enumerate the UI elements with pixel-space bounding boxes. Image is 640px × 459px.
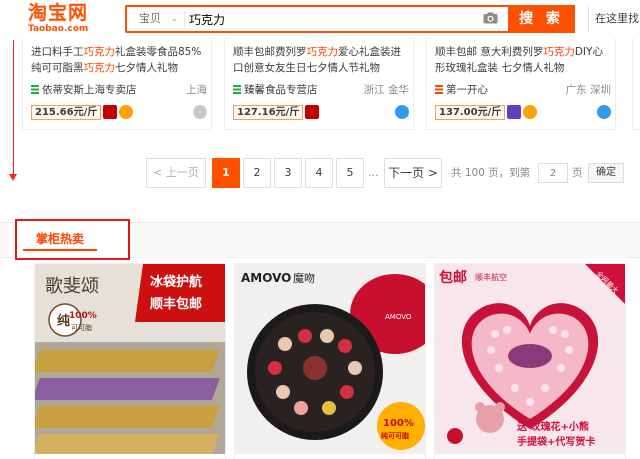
tmall-badge-icon	[103, 105, 118, 119]
shop-name[interactable]: 臻馨食品专营店	[244, 84, 318, 96]
price-tag: 127.16元/斤	[233, 105, 304, 120]
wangwang-icon[interactable]	[395, 105, 409, 119]
prev-page-button[interactable]: < 上一页	[146, 158, 206, 188]
title-highlight: 巧克力	[83, 46, 116, 58]
shop-row: 第一开心 广东 深圳	[435, 82, 611, 98]
brand-badge-icon	[507, 105, 522, 119]
store-search-button[interactable]: 在这里找	[588, 6, 640, 32]
tmall-badge-icon	[305, 105, 320, 119]
price-tag: 215.66元/斤	[31, 105, 102, 120]
banner-sub: 顺丰航空	[475, 272, 507, 282]
wangwang-icon[interactable]	[193, 105, 207, 119]
search-type-label: 宝贝	[139, 12, 161, 25]
shop-name[interactable]: 第一开心	[446, 84, 488, 96]
search-box: 宝贝 ⌄ 搜 索	[125, 5, 575, 33]
logo-text: 淘宝网	[28, 2, 89, 24]
product-card[interactable]: 顺丰包邮 意大利费列罗巧克力DIY心形玫瑰礼盒装 七夕情人礼物 第一开心 广东 …	[426, 38, 616, 130]
header: 淘宝网 Taobao.com 宝贝 ⌄ 搜 索 在这里找	[0, 0, 640, 38]
page-4-button[interactable]: 4	[305, 158, 333, 188]
hot-sale-tab-label: 掌柜热卖	[23, 229, 97, 251]
next-page-button[interactable]: 下一页 >	[384, 158, 442, 188]
title-text: 七夕情人礼物	[115, 62, 178, 74]
product-card[interactable]: 进口料手工巧克力礼盒装零食品85%纯可可脂黑巧克力七夕情人礼物 依蒂安斯上海专卖…	[22, 38, 212, 130]
banner-main: 包邮	[439, 269, 467, 286]
search-button[interactable]: 搜 索	[508, 5, 575, 33]
product-card-partial[interactable]	[632, 38, 640, 130]
brand-text: AMOVO	[241, 271, 291, 285]
brand-suffix: 魔吻	[293, 271, 315, 285]
brand-text: 歌斐颂	[45, 276, 99, 297]
product-image[interactable]: 歌斐颂 纯 100% 可可脂 冰袋护航 顺丰包邮	[35, 264, 225, 454]
promo-line1: 送 玫瑰花+小熊	[516, 420, 589, 433]
product-title[interactable]: 顺丰包邮 意大利费列罗巧克力DIY心形玫瑰礼盒装 七夕情人礼物	[435, 44, 611, 76]
page-unit-label: 页	[572, 167, 583, 179]
goto-confirm-button[interactable]: 确定	[588, 163, 624, 183]
title-highlight: 巧克力	[83, 62, 116, 74]
shop-row: 依蒂安斯上海专卖店 上海	[31, 82, 207, 98]
badge-pct-text: 100%	[69, 311, 97, 321]
search-type-select[interactable]: 宝贝 ⌄	[133, 10, 185, 28]
product-image[interactable]: AMOVO 魔吻 AMOVO 100% 纯可可脂	[235, 264, 425, 454]
guide-line	[13, 40, 14, 176]
shop-location: 上海	[186, 84, 207, 96]
goto-page-input[interactable]	[538, 163, 568, 183]
title-highlight: 巧克力	[306, 46, 339, 58]
camera-icon[interactable]	[483, 12, 498, 24]
price-row: 137.00元/斤	[435, 105, 611, 121]
chevron-down-icon: ⌄	[170, 14, 178, 24]
badge-sub-text: 纯可可脂	[381, 431, 409, 440]
page-ellipsis: ...	[368, 166, 379, 179]
promo-line2: 手提袋+代写贺卡	[517, 435, 595, 448]
title-text: 顺丰包邮 意大利费列罗	[435, 46, 544, 58]
total-pages-label: 共 100 页，到第	[451, 167, 531, 179]
product-title[interactable]: 顺丰包邮费列罗巧克力爱心礼盒装进口创意女友生日七夕情人节礼物	[233, 44, 409, 76]
page-2-button[interactable]: 2	[243, 158, 271, 188]
box-brand-text: AMOVO	[385, 313, 412, 321]
price-row: 215.66元/斤	[31, 105, 207, 121]
banner-line2: 顺丰包邮	[150, 296, 202, 312]
title-highlight: 巧克力	[543, 46, 575, 58]
page-3-button[interactable]: 3	[274, 158, 302, 188]
taobao-logo[interactable]: 淘宝网 Taobao.com	[28, 2, 104, 36]
badge-pct-text: 100%	[383, 418, 414, 429]
search-input[interactable]	[189, 10, 474, 28]
product-image[interactable]: 包邮 顺丰航空 全网最大 送 玫瑰花+小熊 手提袋+代写贺卡	[435, 264, 625, 454]
badge-sub-text: 可可脂	[71, 323, 92, 332]
banner-line1: 冰袋护航	[150, 274, 202, 290]
gold-seller-icon	[119, 105, 134, 119]
gold-seller-icon	[523, 105, 538, 119]
shop-location: 广东 深圳	[565, 84, 611, 96]
hot-sale-tab[interactable]: 掌柜热卖	[15, 219, 130, 260]
shop-name[interactable]: 依蒂安斯上海专卖店	[42, 84, 137, 96]
title-text: 顺丰包邮费列罗	[233, 46, 307, 58]
title-text: 进口料手工	[31, 46, 84, 58]
price-tag: 137.00元/斤	[435, 105, 506, 120]
shop-location: 浙江 金华	[363, 84, 409, 96]
price-row: 127.16元/斤	[233, 105, 409, 121]
shop-icon	[435, 83, 443, 94]
shop-row: 臻馨食品专营店 浙江 金华	[233, 82, 409, 98]
logo-subtext: Taobao.com	[28, 24, 89, 34]
shop-icon	[31, 83, 39, 94]
page-1-button[interactable]: 1	[212, 158, 240, 188]
pagination: < 上一页 1 2 3 4 5 ... 下一页 > 共 100 页，到第 页 确…	[146, 158, 640, 188]
shop-icon	[233, 83, 241, 94]
wangwang-icon[interactable]	[597, 105, 611, 119]
page-5-button[interactable]: 5	[336, 158, 364, 188]
product-title[interactable]: 进口料手工巧克力礼盒装零食品85%纯可可脂黑巧克力七夕情人礼物	[31, 44, 207, 76]
product-card[interactable]: 顺丰包邮费列罗巧克力爱心礼盒装进口创意女友生日七夕情人节礼物 臻馨食品专营店 浙…	[224, 38, 414, 130]
arrow-down-icon	[9, 174, 17, 181]
